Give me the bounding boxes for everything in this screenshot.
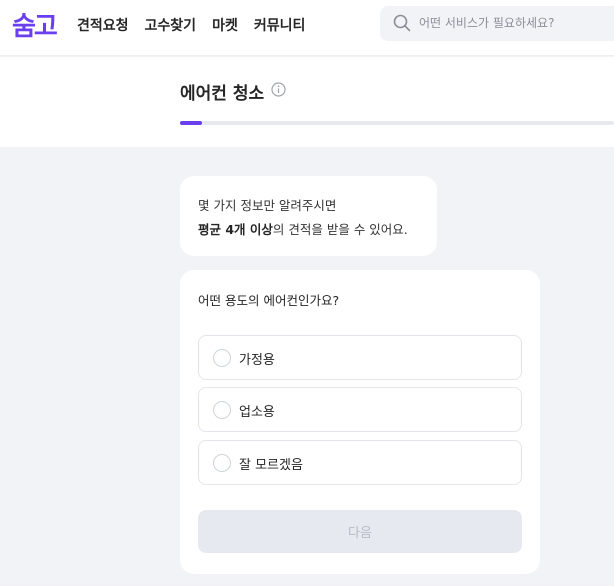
nav-item-request-quote[interactable]: 견적요청 [77,15,129,35]
page-header: 에어컨 청소 [0,57,614,147]
progress-bar-fill [180,121,202,125]
search-box[interactable] [380,6,614,41]
radio-button[interactable] [213,454,231,472]
search-icon [393,14,411,32]
question-text: 어떤 용도의 에어컨인가요? [198,293,340,308]
intro-line-2-rest: 의 견적을 받을 수 있어요. [272,222,408,237]
intro-line-1: 몇 가지 정보만 알려주시면 [198,198,337,213]
radio-button[interactable] [213,401,231,419]
progress-bar [180,121,614,125]
nav-item-find-pros[interactable]: 고수찾기 [145,15,197,35]
search-input[interactable] [419,14,609,32]
main-nav: 견적요청 고수찾기 마켓 커뮤니티 [77,15,305,35]
option-label: 가정용 [239,353,275,368]
option-label: 업소용 [239,405,275,420]
option-not-sure[interactable]: 잘 모르겠음 [198,440,522,485]
radio-button[interactable] [213,349,231,367]
option-household[interactable]: 가정용 [198,335,522,380]
intro-line-2: 평균 4개 이상의 견적을 받을 수 있어요. [198,218,437,242]
intro-message: 몇 가지 정보만 알려주시면 평균 4개 이상의 견적을 받을 수 있어요. [180,176,437,256]
option-commercial[interactable]: 업소용 [198,387,522,432]
next-button[interactable]: 다음 [198,510,522,553]
question-card: 어떤 용도의 에어컨인가요? 가정용 업소용 잘 모르겠음 다음 [180,270,540,574]
intro-highlight: 평균 4개 이상 [198,222,273,237]
info-icon[interactable] [271,82,286,97]
option-label: 잘 모르겠음 [239,458,303,473]
top-navigation-bar: 숨고 견적요청 고수찾기 마켓 커뮤니티 [0,0,614,56]
page-title: 에어컨 청소 [180,84,265,104]
nav-item-community[interactable]: 커뮤니티 [254,15,306,35]
nav-item-market[interactable]: 마켓 [212,15,238,35]
logo[interactable]: 숨고 [12,6,58,43]
